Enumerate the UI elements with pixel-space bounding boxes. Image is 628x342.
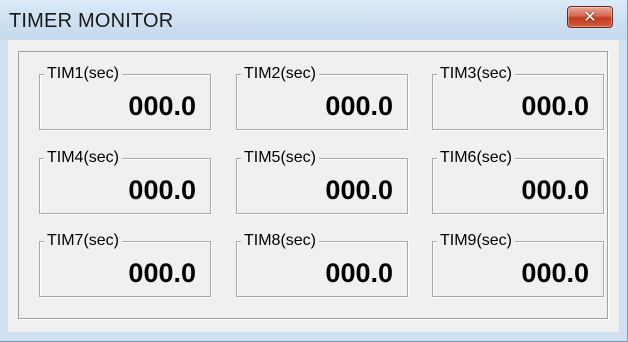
timer-label: TIM7(sec) bbox=[44, 231, 122, 251]
timer-group-frame: TIM1(sec) 000.0 TIM2(sec) 000.0 TIM3(sec… bbox=[18, 51, 608, 319]
timer-box-2: TIM2(sec) 000.0 bbox=[236, 64, 408, 130]
timer-label: TIM2(sec) bbox=[241, 64, 319, 84]
timer-box-9: TIM9(sec) 000.0 bbox=[432, 231, 604, 297]
timer-value: 000.0 bbox=[521, 258, 589, 288]
timer-value: 000.0 bbox=[521, 91, 589, 121]
timer-value: 000.0 bbox=[128, 175, 196, 205]
timer-value: 000.0 bbox=[325, 258, 393, 288]
timer-label: TIM8(sec) bbox=[241, 231, 319, 251]
timer-value: 000.0 bbox=[128, 91, 196, 121]
timer-value: 000.0 bbox=[521, 175, 589, 205]
client-area: TIM1(sec) 000.0 TIM2(sec) 000.0 TIM3(sec… bbox=[8, 40, 619, 332]
timer-box-3: TIM3(sec) 000.0 bbox=[432, 64, 604, 130]
close-button[interactable]: ✕ bbox=[567, 6, 613, 28]
timer-label: TIM3(sec) bbox=[437, 64, 515, 84]
close-icon: ✕ bbox=[583, 7, 597, 26]
window-title: TIMER MONITOR bbox=[9, 10, 174, 32]
timer-monitor-window: TIMER MONITOR ✕ TIM1(sec) 000.0 TIM2(sec… bbox=[0, 0, 628, 342]
timer-label: TIM9(sec) bbox=[437, 231, 515, 251]
timer-box-4: TIM4(sec) 000.0 bbox=[39, 148, 211, 214]
timer-value: 000.0 bbox=[128, 258, 196, 288]
timer-box-1: TIM1(sec) 000.0 bbox=[39, 64, 211, 130]
timer-box-5: TIM5(sec) 000.0 bbox=[236, 148, 408, 214]
timer-label: TIM1(sec) bbox=[44, 64, 122, 84]
timer-value: 000.0 bbox=[325, 175, 393, 205]
title-bar[interactable]: TIMER MONITOR ✕ bbox=[0, 0, 627, 40]
timer-label: TIM5(sec) bbox=[241, 148, 319, 168]
timer-box-7: TIM7(sec) 000.0 bbox=[39, 231, 211, 297]
timer-value: 000.0 bbox=[325, 91, 393, 121]
timer-label: TIM6(sec) bbox=[437, 148, 515, 168]
timer-box-6: TIM6(sec) 000.0 bbox=[432, 148, 604, 214]
timer-label: TIM4(sec) bbox=[44, 148, 122, 168]
timer-box-8: TIM8(sec) 000.0 bbox=[236, 231, 408, 297]
